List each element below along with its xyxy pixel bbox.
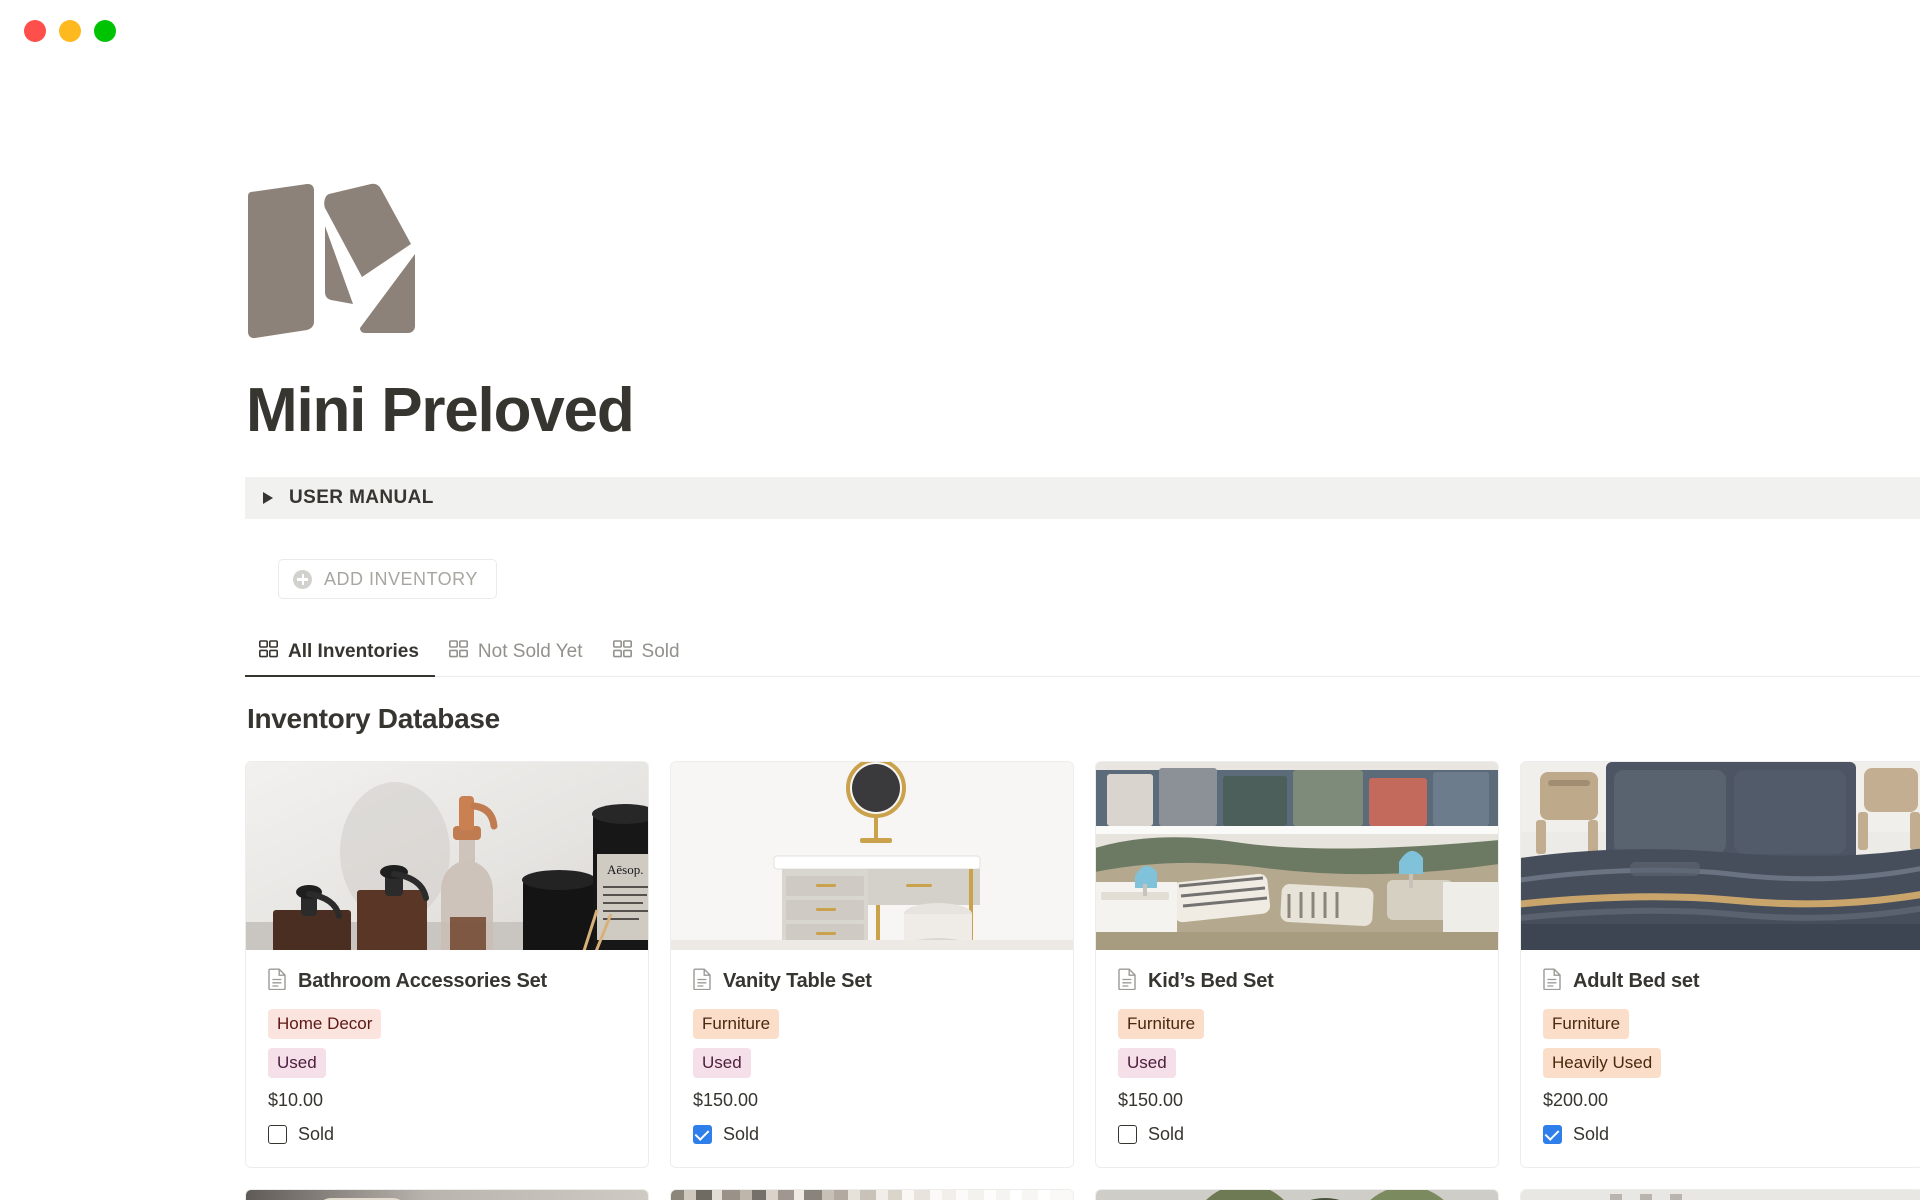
adult-bed-photo [1521,762,1920,951]
sold-checkbox[interactable] [268,1125,287,1145]
category-tag[interactable]: Furniture [1543,1009,1630,1040]
tab-label: Not Sold Yet [477,641,583,663]
inventory-card[interactable] [245,1189,649,1200]
sold-label: Sold [723,1124,760,1145]
document-icon [693,968,712,995]
sold-row[interactable]: Sold [1543,1124,1901,1145]
category-tag-row: Furniture [693,1009,1051,1048]
category-tag[interactable]: Furniture [1118,1009,1205,1040]
inventory-card[interactable] [1095,1189,1499,1200]
condition-tag[interactable]: Heavily Used [1543,1048,1662,1079]
tab-all-inventories[interactable]: All Inventories [245,628,435,678]
fabric-swatches-photo [671,1190,1073,1200]
price-value: $150.00 [1118,1090,1184,1111]
window-title-bar [0,0,1920,62]
gallery-grid-icon [448,640,468,664]
kids-bed-photo [1096,762,1498,951]
category-tag-row: Furniture [1543,1009,1901,1048]
tab-label: All Inventories [288,641,419,663]
sold-checkbox[interactable] [1543,1125,1562,1145]
tab-label: Sold [641,641,680,663]
sold-label: Sold [298,1124,335,1145]
user-manual-toggle[interactable]: USER MANUAL [245,477,1920,520]
card-body: Adult Bed set Furniture Heavily Used $20… [1521,950,1920,1167]
category-tag-row: Furniture [1118,1009,1476,1048]
triangle-right-icon[interactable] [263,492,273,505]
document-icon [268,968,287,995]
card-title-row: Bathroom Accessories Set [268,968,626,995]
bathroom-accessories-photo: Aēsop. [246,762,648,951]
traffic-light-group [24,20,116,42]
mini-preloved-logo [245,182,421,340]
close-window-button[interactable] [24,20,46,42]
sold-checkbox[interactable] [1118,1125,1137,1145]
inventory-card[interactable]: Adult Bed set Furniture Heavily Used $20… [1520,761,1920,1169]
view-tabs: All Inventories Not Sold Yet Sold [245,628,1920,678]
inventory-card[interactable] [1520,1189,1920,1200]
wardrobe-photo [1521,1190,1920,1200]
page-scroll-area[interactable]: Mini Preloved USER MANUAL ADD INVENTORY [0,62,1920,1200]
add-inventory-label: ADD INVENTORY [324,568,478,589]
condition-tag-row: Used [268,1048,626,1087]
sold-label: Sold [1573,1124,1610,1145]
sold-row[interactable]: Sold [1118,1124,1476,1145]
inventory-card[interactable]: Vanity Table Set Furniture Used $150.00 … [670,761,1074,1169]
category-tag[interactable]: Furniture [693,1009,780,1040]
svg-text:Aēsop.: Aēsop. [607,862,643,877]
dining-chairs-photo [246,1190,648,1200]
document-icon [1543,968,1562,995]
card-title: Kid’s Bed Set [1148,970,1274,993]
condition-tag[interactable]: Used [1118,1048,1176,1079]
gallery-grid-icon [612,640,632,664]
category-tag-row: Home Decor [268,1009,626,1048]
page-content: Mini Preloved USER MANUAL ADD INVENTORY [115,182,1920,1200]
tab-not-sold-yet[interactable]: Not Sold Yet [435,628,599,676]
vanity-table-photo [671,762,1073,951]
inventory-gallery-row-2 [245,1189,1920,1200]
gallery-grid-icon [259,640,279,664]
card-title-row: Adult Bed set [1543,968,1901,995]
card-title: Bathroom Accessories Set [298,970,547,993]
active-tab-indicator [245,675,435,678]
page-title: Mini Preloved [246,376,635,445]
document-icon [1118,968,1137,995]
card-title: Adult Bed set [1573,970,1700,993]
card-title-row: Kid’s Bed Set [1118,968,1476,995]
card-body: Bathroom Accessories Set Home Decor Used… [246,950,648,1167]
inventory-card[interactable] [670,1189,1074,1200]
price-value: $200.00 [1543,1090,1609,1111]
price-value: $150.00 [693,1090,759,1111]
add-inventory-button[interactable]: ADD INVENTORY [278,559,497,600]
tab-sold[interactable]: Sold [599,628,696,676]
price-value: $10.00 [268,1090,324,1111]
user-manual-label: USER MANUAL [289,487,434,509]
card-title-row: Vanity Table Set [693,968,1051,995]
database-title: Inventory Database [247,703,500,735]
sold-label: Sold [1148,1124,1185,1145]
sold-row[interactable]: Sold [693,1124,1051,1145]
inventory-card[interactable]: Aēsop. Bathroom Accessories Set Home Dec… [245,761,649,1169]
condition-tag-row: Heavily Used [1543,1048,1901,1087]
condition-tag-row: Used [1118,1048,1476,1087]
condition-tag[interactable]: Used [268,1048,326,1079]
card-title: Vanity Table Set [723,970,872,993]
condition-tag-row: Used [693,1048,1051,1087]
condition-tag[interactable]: Used [693,1048,751,1079]
plants-photo [1096,1190,1498,1200]
inventory-card[interactable]: Kid’s Bed Set Furniture Used $150.00 Sol… [1095,761,1499,1169]
minimize-window-button[interactable] [59,20,81,42]
plus-circle-icon [293,569,312,589]
category-tag[interactable]: Home Decor [268,1009,382,1040]
sold-checkbox[interactable] [693,1125,712,1145]
maximize-window-button[interactable] [94,20,116,42]
inventory-gallery: Aēsop. Bathroom Accessories Set Home Dec… [245,761,1920,1169]
sold-row[interactable]: Sold [268,1124,626,1145]
card-body: Vanity Table Set Furniture Used $150.00 … [671,950,1073,1167]
card-body: Kid’s Bed Set Furniture Used $150.00 Sol… [1096,950,1498,1167]
